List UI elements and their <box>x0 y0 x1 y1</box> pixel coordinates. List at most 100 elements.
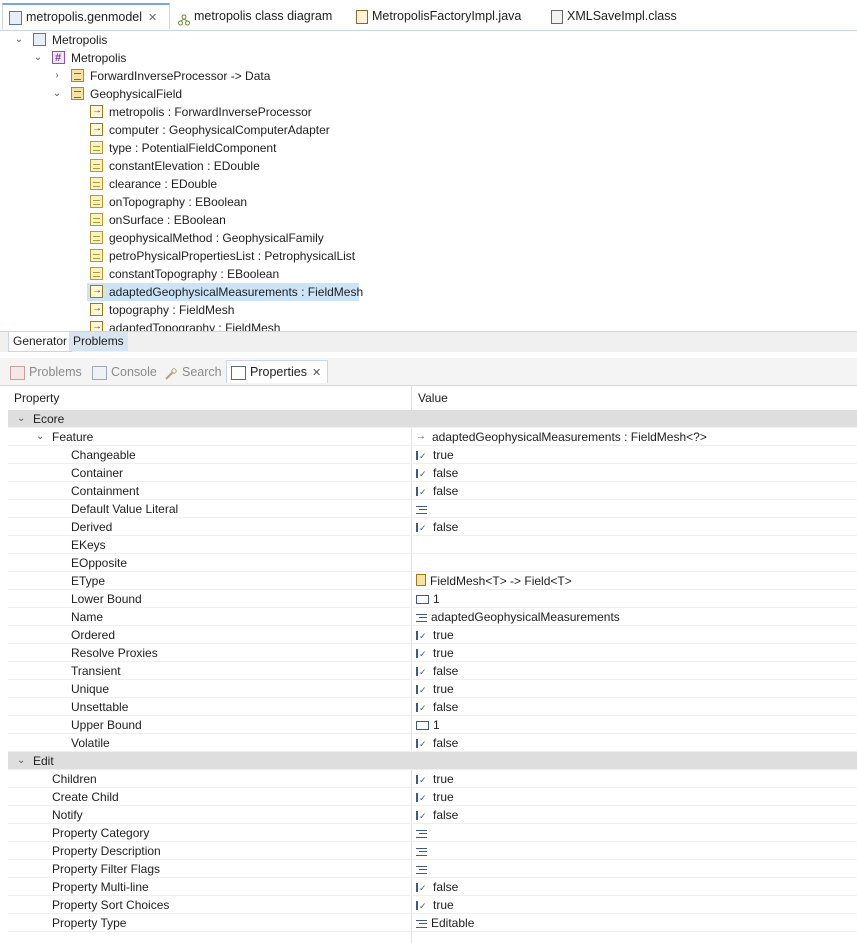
property-value[interactable]: adaptedGeophysicalMeasurements <box>416 608 620 626</box>
boolean-value-icon <box>416 735 429 753</box>
tab-metropolis-genmodel[interactable]: metropolis.genmodel ✕ <box>2 3 170 29</box>
property-row[interactable]: Unique true <box>8 680 857 699</box>
property-row[interactable]: EKeys <box>8 536 857 554</box>
property-value[interactable]: true <box>416 446 454 465</box>
property-row[interactable]: Notify false <box>8 806 857 825</box>
property-row[interactable]: Transient false <box>8 662 857 681</box>
property-row[interactable]: ⌄ Feature adaptedGeophysicalMeasurements :… <box>8 428 857 446</box>
chevron-down-icon[interactable]: ⌄ <box>14 35 24 45</box>
property-category-row[interactable]: ⌄ Edit <box>8 752 857 770</box>
property-value[interactable]: false <box>416 878 458 897</box>
property-name: Notify <box>52 808 83 822</box>
property-name: Children <box>52 772 97 786</box>
property-row[interactable]: Resolve Proxies true <box>8 644 857 663</box>
property-value[interactable]: false <box>416 698 458 717</box>
tab-metropolis-class-diagram[interactable]: metropolis class diagram <box>172 4 340 28</box>
tab-generator[interactable]: Generator <box>8 332 73 352</box>
property-row[interactable]: Changeable true <box>8 446 857 465</box>
tab-xmlsaveimpl-class[interactable]: XMLSaveImpl.class <box>545 4 685 28</box>
chevron-down-icon[interactable]: ⌄ <box>36 428 44 446</box>
property-value[interactable]: Editable <box>416 914 474 932</box>
reference-icon <box>90 318 103 331</box>
reference-icon <box>90 102 103 120</box>
property-row[interactable]: Container false <box>8 464 857 483</box>
property-row[interactable]: Containment false <box>8 482 857 501</box>
chevron-down-icon[interactable]: ⌄ <box>33 53 43 63</box>
property-value[interactable] <box>416 824 431 842</box>
property-value[interactable]: false <box>416 464 458 483</box>
property-row[interactable]: Volatile false <box>8 734 857 753</box>
property-value[interactable]: true <box>416 680 454 699</box>
boolean-value-icon <box>416 699 429 717</box>
chevron-down-icon[interactable]: ⌄ <box>52 89 62 99</box>
property-name: Property Description <box>52 844 161 858</box>
tab-properties-view[interactable]: Properties ✕ <box>226 360 328 383</box>
property-name: Derived <box>71 520 113 534</box>
property-value[interactable] <box>416 500 431 518</box>
close-icon[interactable]: ✕ <box>148 6 157 30</box>
property-value[interactable]: FieldMesh<T> -> Field<T> <box>416 572 572 590</box>
property-value[interactable]: false <box>416 662 458 681</box>
property-row[interactable]: Upper Bound 1 <box>8 716 857 734</box>
tab-label: Search <box>182 365 222 379</box>
reference-icon <box>90 300 103 318</box>
property-row[interactable]: Name adaptedGeophysicalMeasurements <box>8 608 857 626</box>
property-name: Volatile <box>71 736 110 750</box>
property-value[interactable]: false <box>416 734 458 753</box>
property-row[interactable]: Property Category <box>8 824 857 842</box>
property-row[interactable]: Property Description <box>8 842 857 860</box>
property-value[interactable]: true <box>416 788 454 807</box>
property-value[interactable]: true <box>416 896 454 915</box>
text-value-icon <box>416 830 427 838</box>
property-row[interactable]: Derived false <box>8 518 857 537</box>
property-value[interactable]: 1 <box>416 716 440 734</box>
property-value[interactable]: false <box>416 482 458 501</box>
property-value[interactable]: false <box>416 806 458 825</box>
chevron-down-icon[interactable]: ⌄ <box>17 752 25 770</box>
boolean-value-icon <box>416 627 429 645</box>
property-value[interactable]: true <box>416 626 454 645</box>
tree-item-selected-feature[interactable]: adaptedGeophysicalMeasurements : FieldMe… <box>87 282 363 301</box>
genmodel-tree[interactable]: ⌄ Metropolis ⌄ Metropolis › ForwardInver… <box>0 31 857 331</box>
property-row[interactable]: Property Multi-line false <box>8 878 857 897</box>
property-row[interactable]: Lower Bound 1 <box>8 590 857 608</box>
property-value[interactable]: 1 <box>416 590 440 608</box>
chevron-down-icon[interactable]: ⌄ <box>17 410 25 428</box>
property-name: Unsettable <box>71 700 129 714</box>
tab-metropolis-factory-impl[interactable]: MetropolisFactoryImpl.java <box>350 4 530 28</box>
tab-problems-page[interactable]: Problems <box>69 332 128 351</box>
column-header-value[interactable]: Value <box>418 386 448 410</box>
tree-item-label: ForwardInverseProcessor -> Data <box>90 69 271 83</box>
property-row[interactable]: Create Child true <box>8 788 857 807</box>
property-category-row[interactable]: ⌄ Ecore <box>8 410 857 428</box>
properties-table[interactable]: Property Value ⌄ Ecore ⌄ Feature adaptedGeop… <box>8 386 857 943</box>
property-name: Changeable <box>71 448 136 462</box>
property-value[interactable]: true <box>416 644 454 663</box>
property-name: Property Filter Flags <box>52 862 161 876</box>
property-row[interactable]: Ordered true <box>8 626 857 645</box>
close-icon[interactable]: ✕ <box>312 367 321 379</box>
tab-console-view[interactable]: Console <box>88 361 157 383</box>
property-row[interactable]: EType FieldMesh<T> -> Field<T> <box>8 572 857 590</box>
property-value[interactable] <box>416 842 431 860</box>
property-row[interactable]: Property Filter Flags <box>8 860 857 878</box>
tree-item-label: Metropolis <box>71 51 127 65</box>
column-header-property[interactable]: Property <box>14 386 59 410</box>
property-row[interactable]: Default Value Literal <box>8 500 857 518</box>
property-value[interactable]: false <box>416 518 458 537</box>
boolean-value-icon <box>416 663 429 681</box>
property-row[interactable]: Unsettable false <box>8 698 857 717</box>
property-name: Edit <box>33 754 54 768</box>
property-row[interactable]: Children true <box>8 770 857 789</box>
property-name: Property Multi-line <box>52 880 149 894</box>
property-row[interactable]: Property Sort Choices true <box>8 896 857 915</box>
attribute-icon <box>90 249 103 262</box>
property-row[interactable]: EOpposite <box>8 554 857 572</box>
property-value[interactable]: adaptedGeophysicalMeasurements : FieldMe… <box>416 428 707 446</box>
property-row[interactable]: Property Type Editable <box>8 914 857 932</box>
property-value[interactable]: true <box>416 770 454 789</box>
tab-problems-view[interactable]: Problems <box>6 361 82 383</box>
chevron-right-icon[interactable]: › <box>52 71 62 81</box>
property-value[interactable] <box>416 860 431 878</box>
tab-search-view[interactable]: Search <box>160 361 222 383</box>
